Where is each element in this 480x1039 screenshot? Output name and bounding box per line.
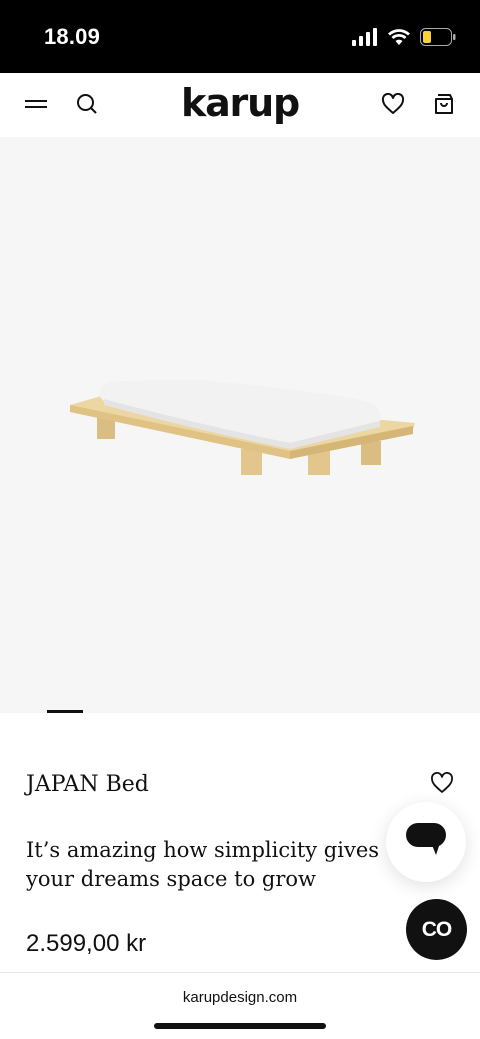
co-button[interactable]: CO	[406, 899, 467, 960]
cart-button[interactable]	[429, 91, 459, 121]
status-icons	[352, 28, 456, 51]
status-bar: 18.09	[0, 0, 480, 73]
heart-icon	[381, 92, 405, 120]
status-time: 18.09	[44, 24, 101, 49]
add-to-wishlist-button[interactable]	[430, 772, 456, 796]
chat-button[interactable]	[386, 802, 466, 882]
cellular-signal-icon	[352, 28, 378, 51]
wishlist-button[interactable]	[378, 91, 408, 121]
home-indicator[interactable]	[154, 1023, 326, 1029]
browser-bottom-bar: karupdesign.com	[0, 972, 480, 1039]
url-text[interactable]: karupdesign.com	[0, 989, 480, 1006]
carousel-indicator[interactable]	[47, 710, 83, 713]
brand-logo[interactable]: karup	[0, 81, 480, 125]
bag-icon	[433, 93, 455, 120]
chat-bubble-icon	[406, 822, 446, 862]
heart-icon	[430, 772, 454, 798]
battery-low-icon	[420, 28, 456, 51]
wifi-icon	[388, 28, 410, 51]
bed-product-image	[70, 380, 415, 475]
product-price: 2.599,00 kr	[26, 930, 147, 957]
site-header: karup	[0, 73, 480, 137]
product-title: JAPAN Bed	[26, 772, 149, 797]
product-tagline: It’s amazing how simplicity gives your d…	[26, 838, 380, 891]
product-image[interactable]	[0, 137, 480, 713]
